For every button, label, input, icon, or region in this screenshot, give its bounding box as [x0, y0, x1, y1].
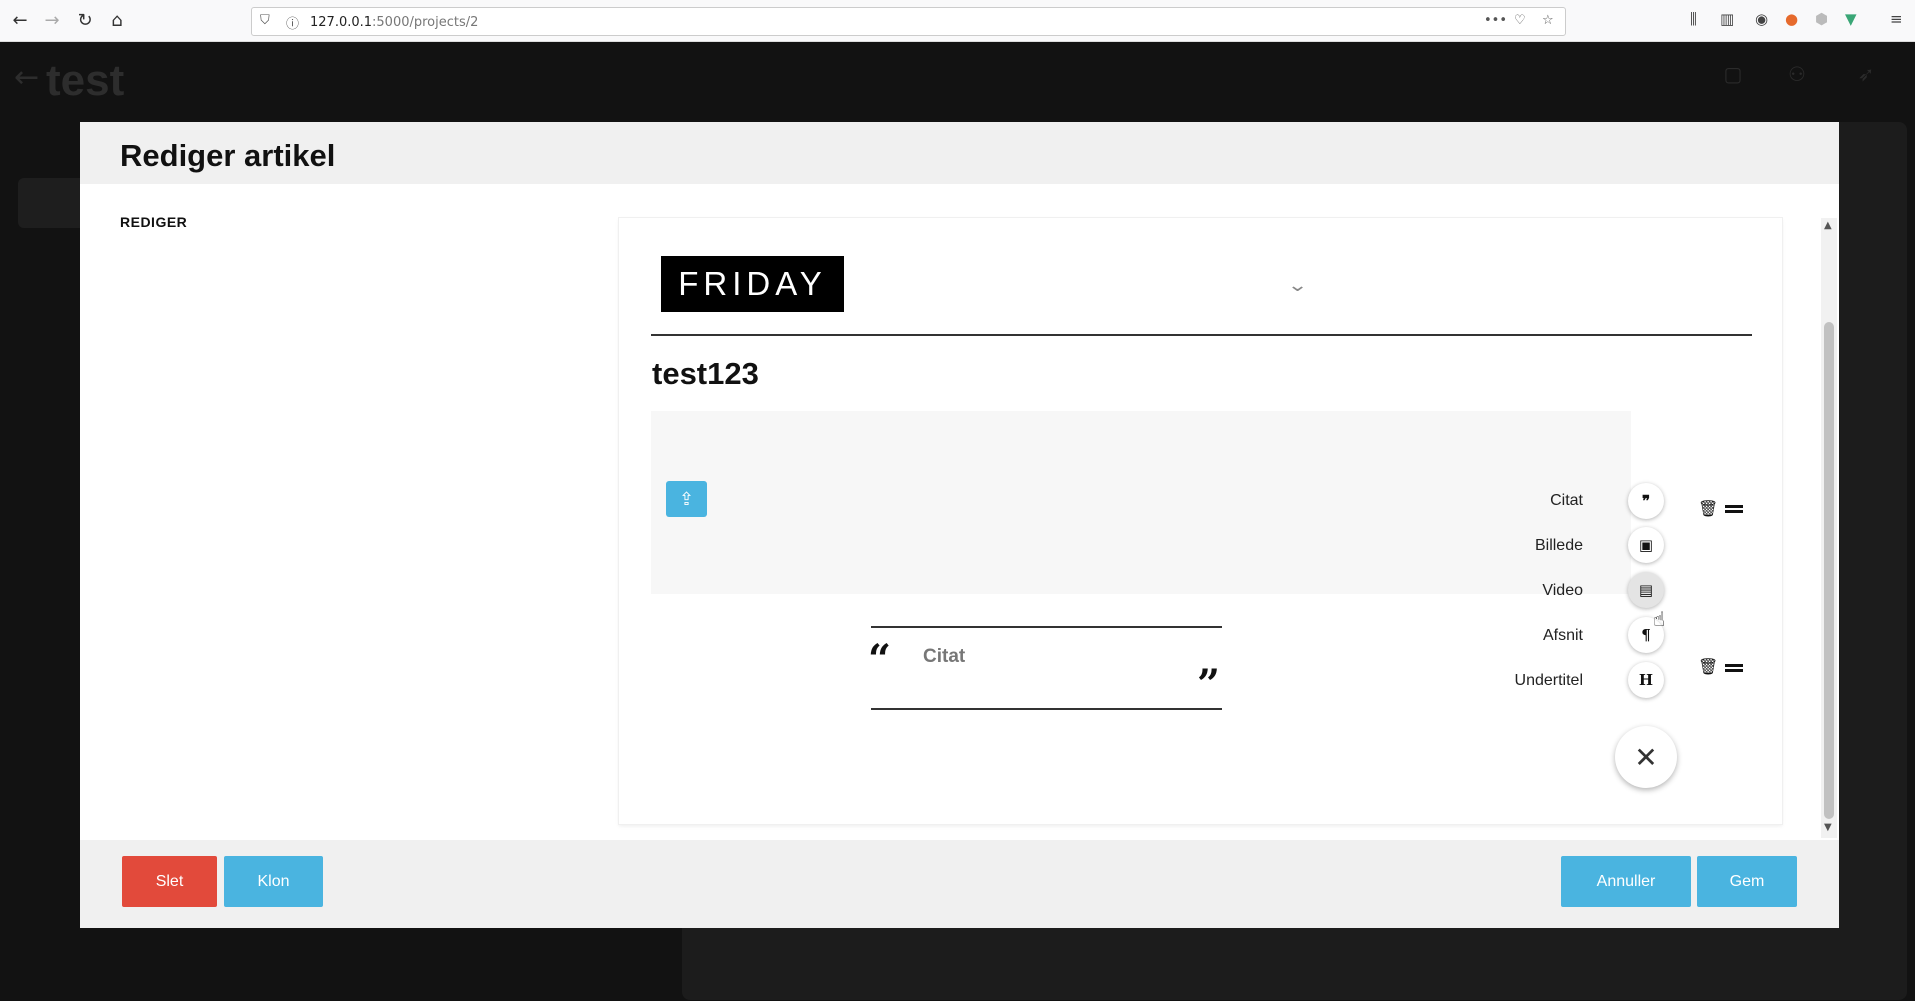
adblock-icon[interactable]: ⬢: [1815, 10, 1828, 28]
quote-close-icon: ”: [1197, 661, 1221, 708]
menu-label-citat[interactable]: Citat: [1443, 492, 1583, 510]
friday-logo: FRIDAY: [661, 256, 844, 312]
notes-icon[interactable]: ▢: [1703, 62, 1763, 86]
menu-label-undertitel[interactable]: Undertitel: [1443, 672, 1583, 690]
account-icon[interactable]: ◉: [1755, 10, 1768, 28]
url-text: 127.0.0.1:5000/projects/2: [310, 15, 478, 30]
close-icon[interactable]: ✕: [1615, 726, 1677, 788]
drag-handle-icon[interactable]: [1725, 664, 1743, 672]
trash-icon[interactable]: 🗑: [1698, 657, 1718, 676]
quote-icon[interactable]: ❞: [1628, 483, 1664, 519]
pocket-icon[interactable]: ♡: [1514, 13, 1526, 28]
menu-label-billede[interactable]: Billede: [1443, 537, 1583, 555]
sidebar-icon[interactable]: ▥: [1720, 10, 1734, 28]
menu-icon[interactable]: ≡: [1890, 10, 1903, 28]
reload-icon[interactable]: ↻: [73, 8, 97, 32]
save-button[interactable]: Gem: [1697, 856, 1797, 907]
url-bar[interactable]: ⛉ ⓘ 127.0.0.1:5000/projects/2 ••• ♡ ☆: [251, 7, 1566, 36]
section-label: REDIGER: [120, 214, 188, 230]
film-icon[interactable]: ▤: [1628, 572, 1664, 608]
scroll-thumb[interactable]: [1824, 322, 1834, 819]
url-host: 127.0.0.1: [310, 15, 373, 30]
trash-icon[interactable]: 🗑: [1698, 499, 1718, 518]
scroll-down-icon[interactable]: ▼: [1824, 822, 1832, 833]
extension-icon[interactable]: ●: [1785, 10, 1798, 28]
chevron-down-icon[interactable]: ⌄: [1287, 275, 1308, 296]
participants-icon[interactable]: ⚇: [1767, 62, 1827, 86]
scroll-up-icon[interactable]: ▲: [1824, 220, 1832, 231]
library-icon[interactable]: ⫼: [1690, 10, 1697, 28]
cancel-button[interactable]: Annuller: [1561, 856, 1691, 907]
article-title[interactable]: test123: [652, 356, 759, 392]
sidebar-item[interactable]: [18, 178, 88, 228]
drag-handle-icon[interactable]: [1725, 505, 1743, 513]
quote-top-divider: [871, 626, 1222, 628]
back-arrow-icon[interactable]: ←: [14, 60, 39, 95]
heading-icon[interactable]: H: [1628, 662, 1664, 698]
pointer-cursor-icon: ☝: [1653, 607, 1666, 631]
url-path: :5000/projects/2: [372, 15, 479, 30]
quote-bottom-divider: [871, 708, 1222, 710]
vue-devtools-icon[interactable]: ▼: [1845, 10, 1857, 28]
scrollbar[interactable]: ▲ ▼: [1821, 218, 1837, 838]
back-icon[interactable]: ←: [8, 8, 32, 32]
modal-header: Rediger artikel: [80, 122, 1839, 184]
more-icon[interactable]: •••: [1484, 13, 1507, 28]
shield-icon: ⛉: [260, 13, 270, 28]
header-divider: [651, 334, 1752, 336]
menu-label-afsnit[interactable]: Afsnit: [1443, 627, 1583, 645]
clone-button[interactable]: Klon: [224, 856, 323, 907]
new-game-icon[interactable]: ➶: [1836, 62, 1896, 86]
browser-toolbar: ← → ↻ ⌂ ⛉ ⓘ 127.0.0.1:5000/projects/2 ••…: [0, 0, 1915, 42]
menu-label-video[interactable]: Video: [1443, 582, 1583, 600]
image-icon[interactable]: ▣: [1628, 527, 1664, 563]
bookmark-star-icon[interactable]: ☆: [1542, 13, 1554, 28]
quote-input[interactable]: Citat: [923, 646, 965, 668]
info-icon[interactable]: ⓘ: [286, 13, 299, 32]
app-title: test: [46, 56, 125, 105]
forward-icon[interactable]: →: [40, 8, 64, 32]
home-icon[interactable]: ⌂: [105, 8, 129, 32]
delete-button[interactable]: Slet: [122, 856, 217, 907]
modal-footer: Slet Klon Annuller Gem: [80, 840, 1839, 928]
quote-open-icon: “: [868, 636, 892, 683]
modal-title: Rediger artikel: [120, 138, 336, 173]
upload-icon[interactable]: ⇪: [666, 481, 707, 517]
